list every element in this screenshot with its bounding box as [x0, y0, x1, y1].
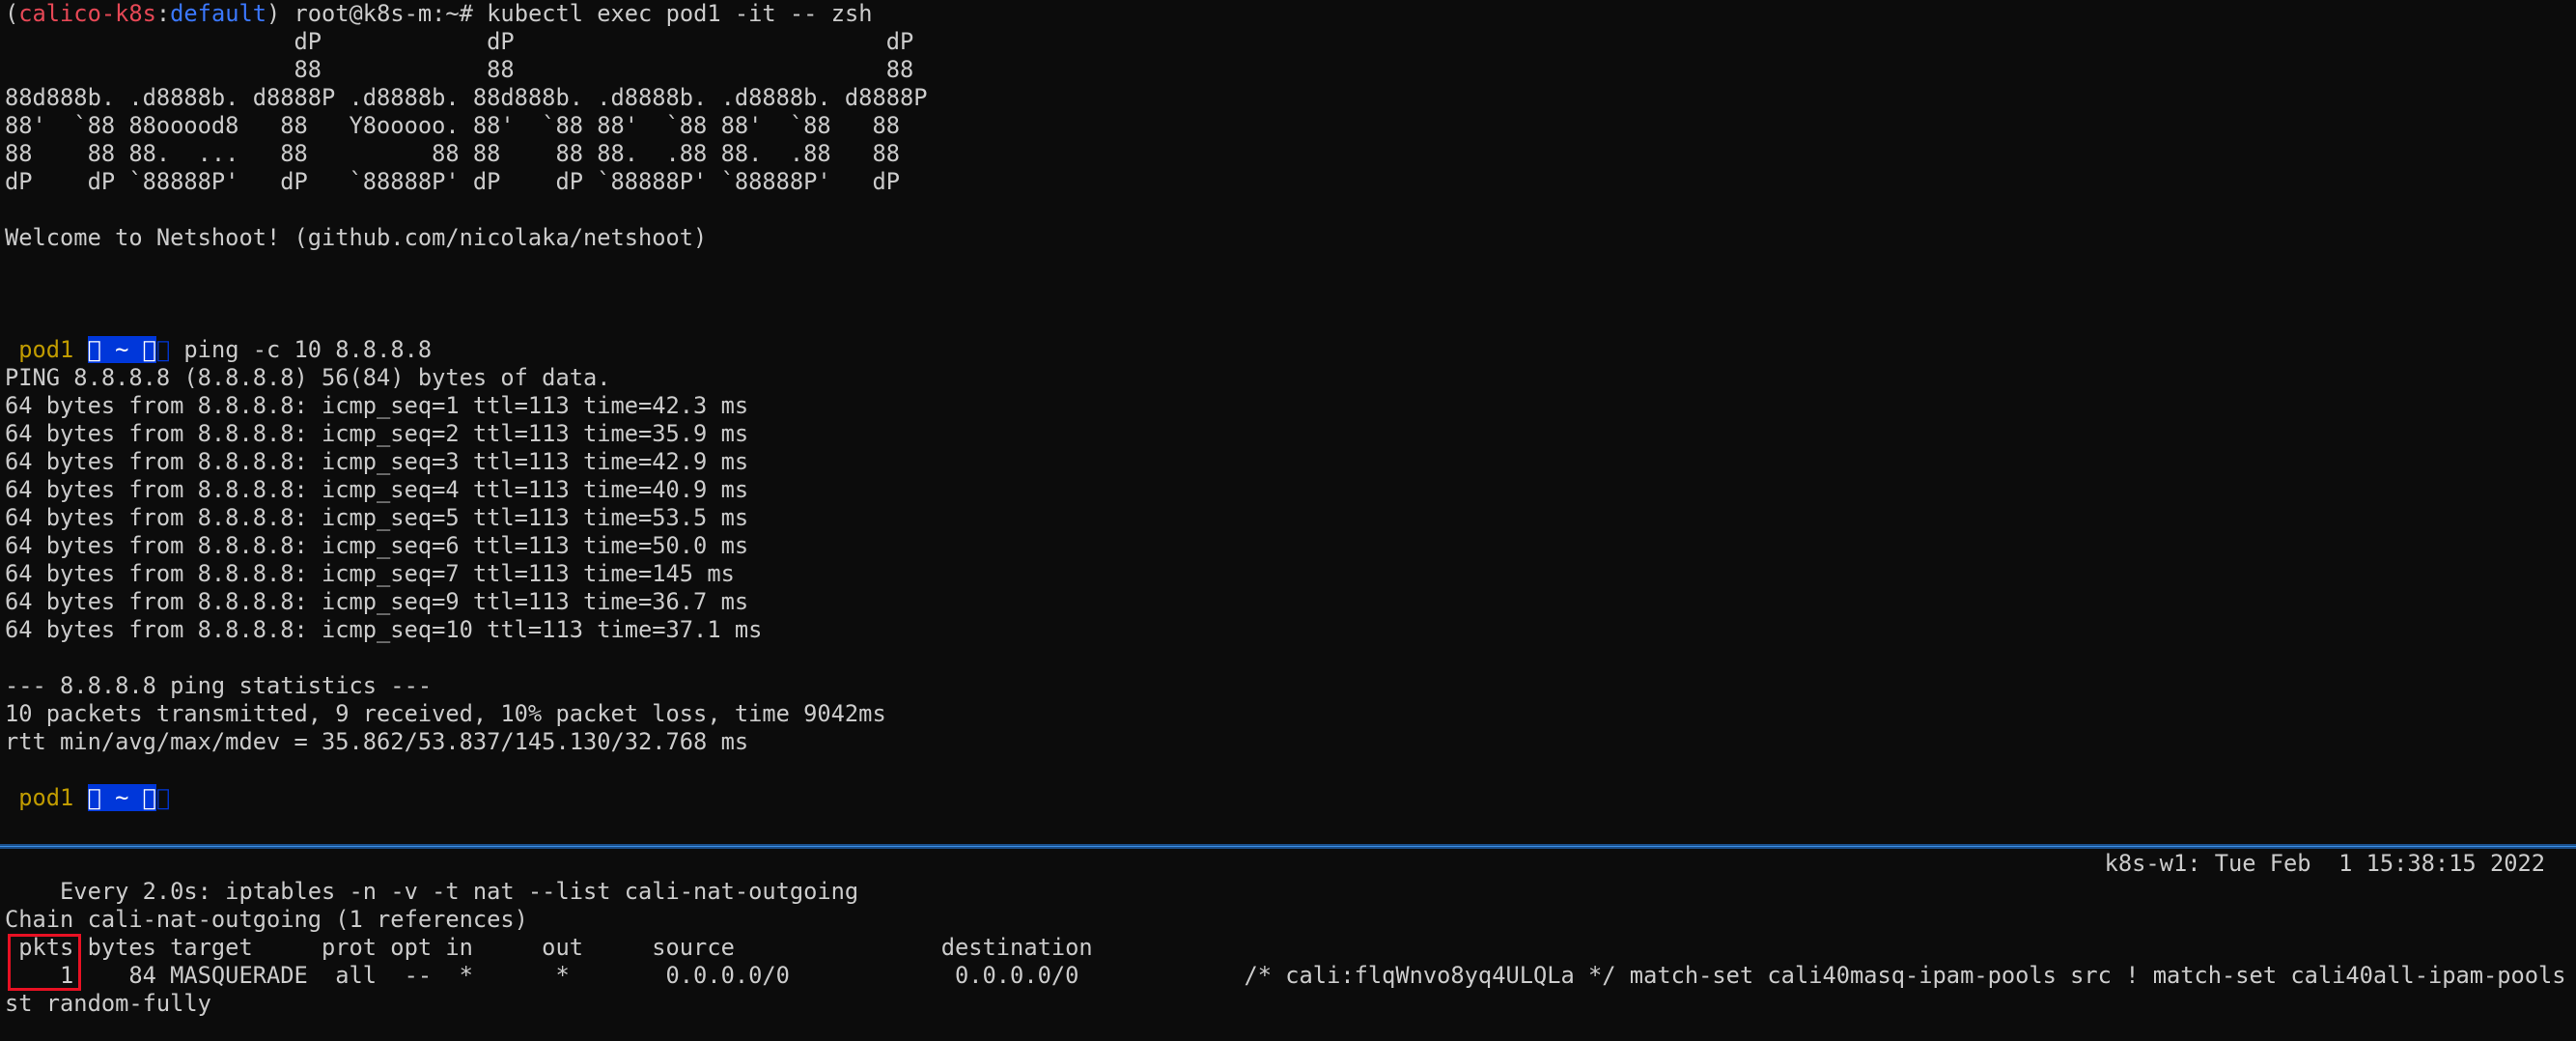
table-row: 1 84 MASQUERADE all -- * * 0.0.0.0/0 0.0… — [5, 962, 2576, 989]
ping-output-line: 64 bytes from 8.8.8.8: icmp_seq=5 ttl=11… — [5, 504, 749, 531]
prompt-command: kubectl exec pod1 -it -- zsh — [487, 0, 873, 27]
banner-line: 88' `88 88ooood8 88 Y8ooooo. 88' `88 88'… — [5, 112, 900, 139]
ping-output-line: 64 bytes from 8.8.8.8: icmp_seq=9 ttl=11… — [5, 588, 749, 615]
pod-name: pod1 — [5, 336, 88, 363]
kube-context-name: calico-k8s — [18, 0, 156, 27]
ping-output-line: 64 bytes from 8.8.8.8: icmp_seq=2 ttl=11… — [5, 420, 749, 447]
iptables-table: pkts bytes target prot opt in out source… — [0, 934, 2576, 1018]
banner-line: 88d888b. .d8888b. d8888P .d8888b. 88d888… — [5, 84, 928, 111]
ping-stats-line: 10 packets transmitted, 9 received, 10% … — [5, 700, 886, 727]
banner-line: 88 88 88. ... 88 88 88 88 88. .88 88. .8… — [5, 140, 900, 167]
pane-divider[interactable] — [0, 844, 2576, 849]
watch-header-line: Every 2.0s: iptables -n -v -t nat --list… — [0, 850, 2576, 905]
pane-divider-line — [0, 846, 2576, 847]
shell-prompt-line: (calico-k8s:default) root@k8s-m:~# kubec… — [0, 0, 2576, 28]
welcome-message: Welcome to Netshoot! (github.com/nicolak… — [5, 224, 708, 251]
prompt-path-segment:   ~   — [87, 784, 156, 811]
watch-host-time: k8s-w1: Tue Feb 1 15:38:15 2022 — [2104, 850, 2545, 877]
ping-output-line: PING 8.8.8.8 (8.8.8.8) 56(84) bytes of d… — [5, 364, 611, 391]
banner-line: 88 88 88 — [5, 56, 914, 83]
prompt-path-segment:   ~   — [87, 336, 156, 363]
ping-output-line: 64 bytes from 8.8.8.8: icmp_seq=1 ttl=11… — [5, 392, 749, 419]
pod-name: pod1 — [5, 784, 88, 811]
prompt-arrow-icon:   — [155, 784, 171, 811]
chain-header: Chain cali-nat-outgoing (1 references) — [5, 906, 528, 933]
banner-line: dP dP `88888P' dP `88888P' dP dP `88888P… — [5, 168, 900, 195]
ping-output: PING 8.8.8.8 (8.8.8.8) 56(84) bytes of d… — [0, 364, 2576, 644]
ping-statistics: --- 8.8.8.8 ping statistics --- 10 packe… — [0, 672, 2576, 756]
prompt-separator: : — [155, 0, 171, 27]
banner-line: dP dP dP — [5, 28, 914, 55]
prompt-arrow-icon:   — [155, 336, 171, 363]
netshoot-ascii-banner: dP dP dP 88 88 88 88d888b. .d8888b. d888… — [0, 28, 2576, 196]
ping-stats-line: rtt min/avg/max/mdev = 35.862/53.837/145… — [5, 728, 749, 755]
ping-output-line: 64 bytes from 8.8.8.8: icmp_seq=7 ttl=11… — [5, 560, 735, 587]
prompt-user-host: ) root@k8s-m:~# — [266, 0, 488, 27]
ping-output-line: 64 bytes from 8.8.8.8: icmp_seq=3 ttl=11… — [5, 448, 749, 475]
ping-stats-line: --- 8.8.8.8 ping statistics --- — [5, 672, 433, 699]
pod-prompt-line: pod1   ~    ping -c 10 8.8.8.8 — [0, 336, 2576, 364]
table-column-header: pkts bytes target prot opt in out source… — [5, 934, 1093, 961]
table-row-wrap: st random-fully — [5, 990, 211, 1017]
ping-output-line: 64 bytes from 8.8.8.8: icmp_seq=10 ttl=1… — [5, 616, 763, 643]
prompt-open-paren: ( — [5, 0, 19, 27]
terminal-bottom-pane[interactable]: Every 2.0s: iptables -n -v -t nat --list… — [0, 850, 2576, 1041]
ping-output-line: 64 bytes from 8.8.8.8: icmp_seq=6 ttl=11… — [5, 532, 749, 559]
terminal-top-pane[interactable]: (calico-k8s:default) root@k8s-m:~# kubec… — [0, 0, 2576, 844]
ping-command: ping -c 10 8.8.8.8 — [170, 336, 433, 363]
pod-prompt-line: pod1   ~    — [0, 784, 2576, 812]
ping-output-line: 64 bytes from 8.8.8.8: icmp_seq=4 ttl=11… — [5, 476, 749, 503]
kube-namespace: default — [170, 0, 266, 27]
